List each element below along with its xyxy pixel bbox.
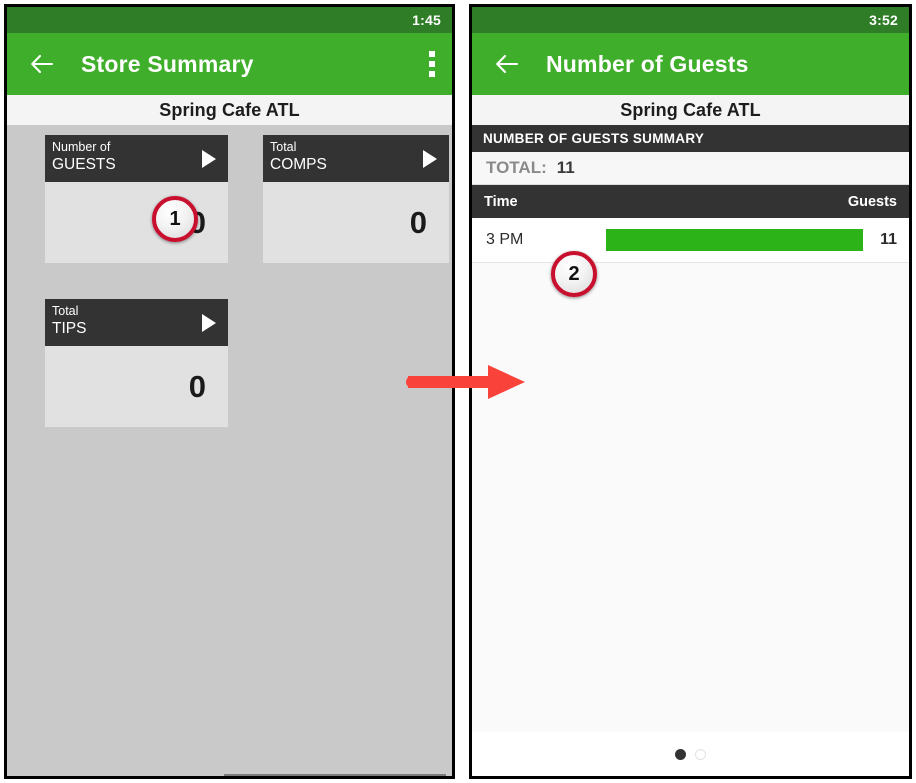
section-header: NUMBER OF GUESTS SUMMARY bbox=[472, 125, 909, 152]
red-right-arrow-icon bbox=[404, 362, 529, 407]
card-value: 0 bbox=[409, 204, 427, 240]
row-time: 3 PM bbox=[486, 231, 524, 248]
card-number-of-guests[interactable]: Number of GUESTS 0 bbox=[45, 135, 228, 263]
play-triangle-icon[interactable] bbox=[423, 149, 437, 168]
table-empty-area bbox=[472, 263, 909, 732]
status-bar-clock: 1:45 bbox=[412, 12, 441, 28]
card-value-area: 0 bbox=[45, 346, 228, 427]
store-name: Spring Cafe ATL bbox=[620, 99, 761, 120]
screenshot-stage: 1:45 Store Summary Spring Cafe ATL Numbe… bbox=[0, 0, 916, 783]
table-row[interactable]: 3 PM 11 bbox=[472, 218, 909, 263]
page-title: Number of Guests bbox=[546, 50, 749, 77]
card-header: Total COMPS bbox=[263, 135, 449, 182]
horizontal-scrollbar[interactable] bbox=[7, 772, 452, 776]
card-row-1: Number of GUESTS 0 Total COMPS bbox=[7, 135, 452, 263]
section-header-label: NUMBER OF GUESTS SUMMARY bbox=[483, 131, 705, 146]
table-header: Time Guests bbox=[472, 185, 909, 218]
card-row-2: Total TIPS 0 bbox=[7, 299, 452, 427]
card-total-comps[interactable]: Total COMPS 0 bbox=[263, 135, 449, 263]
scrollbar-thumb[interactable] bbox=[224, 774, 446, 776]
more-vertical-icon[interactable] bbox=[429, 51, 435, 77]
app-bar-left: Store Summary bbox=[7, 33, 452, 95]
card-value: 0 bbox=[188, 368, 206, 404]
page-title: Store Summary bbox=[81, 50, 254, 77]
back-icon[interactable] bbox=[494, 51, 520, 77]
store-summary-screen: 1:45 Store Summary Spring Cafe ATL Numbe… bbox=[4, 4, 455, 779]
card-value-area: 0 bbox=[263, 182, 449, 263]
guests-bar bbox=[606, 229, 863, 251]
row-guests: 11 bbox=[880, 231, 897, 248]
card-header: Total TIPS bbox=[45, 299, 228, 346]
annotation-badge-1: 1 bbox=[152, 196, 198, 242]
store-name: Spring Cafe ATL bbox=[159, 99, 300, 120]
column-header-time: Time bbox=[484, 193, 518, 210]
row-bar-cell bbox=[606, 229, 863, 251]
page-dot-inactive[interactable] bbox=[695, 748, 706, 760]
store-name-bar-left: Spring Cafe ATL bbox=[7, 95, 452, 125]
page-dot-active[interactable] bbox=[675, 748, 686, 760]
card-header: Number of GUESTS bbox=[45, 135, 228, 182]
app-bar-right: Number of Guests bbox=[472, 33, 909, 95]
dashboard-body: Number of GUESTS 0 Total COMPS bbox=[7, 125, 452, 776]
card-value-area: 0 bbox=[45, 182, 228, 263]
play-triangle-icon[interactable] bbox=[202, 149, 216, 168]
status-bar-clock: 3:52 bbox=[869, 12, 898, 28]
play-triangle-icon[interactable] bbox=[202, 313, 216, 332]
annotation-badge-2: 2 bbox=[551, 251, 597, 297]
card-total-tips[interactable]: Total TIPS 0 bbox=[45, 299, 228, 427]
total-value: 11 bbox=[556, 158, 575, 177]
page-indicator bbox=[472, 732, 909, 776]
back-icon[interactable] bbox=[29, 51, 55, 77]
number-of-guests-screen: 3:52 Number of Guests Spring Cafe ATL NU… bbox=[469, 4, 912, 779]
status-bar-right: 3:52 bbox=[472, 7, 909, 33]
guests-detail-body: NUMBER OF GUESTS SUMMARY TOTAL: 11 Time … bbox=[472, 125, 909, 776]
total-row: TOTAL: 11 bbox=[472, 152, 909, 185]
status-bar-left: 1:45 bbox=[7, 7, 452, 33]
store-name-bar-right: Spring Cafe ATL bbox=[472, 95, 909, 125]
total-label: TOTAL: bbox=[486, 158, 547, 177]
column-header-guests: Guests bbox=[847, 193, 897, 210]
